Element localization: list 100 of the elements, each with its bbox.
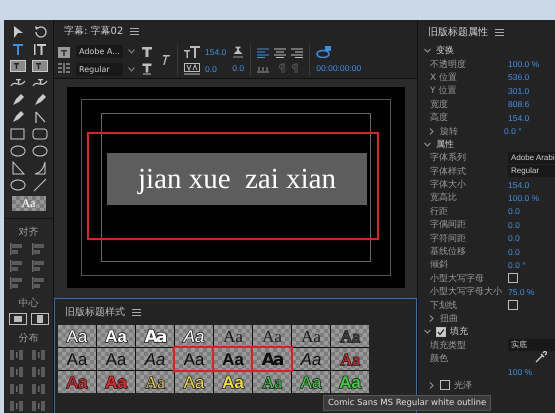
area-type-icon[interactable]: [32, 60, 48, 72]
style-swatch[interactable]: Aa: [331, 325, 369, 347]
disclosure-icon[interactable]: [428, 128, 435, 135]
menu-icon[interactable]: [495, 28, 504, 36]
align-icon[interactable]: [8, 259, 24, 273]
align-center-icon[interactable]: [274, 48, 286, 58]
distribute-icon[interactable]: [30, 399, 46, 413]
property-value[interactable]: 100 %: [508, 367, 532, 378]
style-swatch[interactable]: Aa: [175, 325, 213, 347]
distribute-icon[interactable]: [30, 365, 46, 379]
disclosure-icon[interactable]: [424, 47, 431, 54]
style-swatch[interactable]: Aa: [253, 348, 291, 370]
checkbox[interactable]: [436, 326, 446, 337]
distribute-icon[interactable]: [8, 365, 24, 379]
style-swatch[interactable]: Aa: [97, 348, 135, 370]
property-value[interactable]: 0.0 °: [508, 260, 526, 270]
property-value[interactable]: 0.0: [508, 246, 520, 257]
property-dropdown[interactable]: 实底: [508, 339, 555, 352]
distribute-icon[interactable]: [30, 382, 46, 396]
rectangle-icon[interactable]: [10, 128, 26, 140]
disclosure-icon[interactable]: [428, 382, 435, 389]
style-swatch[interactable]: Aa: [253, 325, 291, 347]
property-value[interactable]: 0.0: [508, 206, 520, 216]
eyedropper-icon[interactable]: [535, 351, 547, 364]
align-icon[interactable]: [30, 242, 46, 256]
style-swatch[interactable]: Aa: [58, 348, 96, 370]
show-video-icon[interactable]: [316, 46, 332, 58]
style-swatch[interactable]: Aa: [292, 348, 330, 370]
property-dropdown[interactable]: Adobe Arabi: [508, 152, 555, 164]
align-right-icon[interactable]: [291, 48, 304, 58]
rounded-rectangle-icon[interactable]: [32, 128, 48, 140]
style-swatch[interactable]: Aa: [292, 325, 330, 347]
property-value[interactable]: 154.0: [508, 112, 530, 123]
disclosure-icon[interactable]: [428, 315, 435, 322]
line-icon[interactable]: [32, 178, 46, 192]
style-swatch[interactable]: Aa: [136, 348, 174, 370]
pen-icon[interactable]: [10, 110, 24, 124]
area-type-icon[interactable]: [10, 60, 26, 72]
leading-icon: [232, 46, 244, 58]
align-left-icon[interactable]: [257, 48, 270, 58]
style-swatch[interactable]: Aa: [175, 348, 213, 370]
rotate-icon[interactable]: [32, 24, 46, 38]
vertical-type-icon[interactable]: [32, 42, 46, 56]
title-text[interactable]: jian xue zai xian: [107, 153, 367, 205]
distribute-icon[interactable]: [8, 348, 24, 362]
disclosure-icon[interactable]: [424, 140, 431, 148]
style-swatch[interactable]: Aa: [136, 325, 174, 347]
corner-icon[interactable]: [32, 110, 46, 124]
align-icon[interactable]: [30, 276, 46, 290]
new-title-icon[interactable]: [58, 47, 70, 58]
style-swatch[interactable]: Aa: [214, 348, 252, 370]
style-swatch[interactable]: Aa: [58, 325, 96, 347]
roll-options-icon[interactable]: [58, 63, 70, 73]
ellipse-icon[interactable]: [32, 144, 48, 156]
distribute-icon[interactable]: [8, 399, 24, 413]
leading-value[interactable]: 0.0: [232, 63, 244, 74]
checkbox[interactable]: [508, 273, 518, 284]
timecode[interactable]: 00:00:00:00: [316, 63, 362, 74]
checkbox[interactable]: [508, 300, 518, 310]
property-value[interactable]: 0.0: [508, 220, 520, 230]
property-dropdown[interactable]: Regular: [508, 165, 555, 178]
center-horizontal-icon[interactable]: [8, 313, 26, 325]
property-value[interactable]: 536.0: [508, 72, 530, 82]
property-value[interactable]: 75.0 %: [508, 286, 534, 297]
menu-icon[interactable]: [130, 28, 140, 34]
distribute-icon[interactable]: [8, 382, 24, 396]
center-vertical-icon[interactable]: [30, 313, 48, 325]
property-value[interactable]: 0.0 °: [504, 126, 522, 136]
align-icon[interactable]: [30, 259, 46, 273]
path-type-icon[interactable]: [10, 76, 26, 88]
distribute-icon[interactable]: [30, 348, 46, 362]
property-value[interactable]: 100.0 %: [508, 59, 540, 70]
property-value[interactable]: 154.0: [508, 180, 530, 190]
font-size-value[interactable]: 154.0: [205, 46, 226, 56]
property-value[interactable]: 100.0 %: [508, 192, 540, 203]
align-icon[interactable]: [8, 276, 24, 290]
ellipse-icon[interactable]: [10, 178, 26, 190]
menu-icon[interactable]: [132, 308, 141, 316]
bold-icon[interactable]: [141, 46, 153, 58]
chevron-icon[interactable]: [128, 66, 135, 72]
checkbox[interactable]: [440, 380, 450, 390]
font-family-dropdown[interactable]: Adobe A...: [76, 44, 123, 58]
style-swatch[interactable]: Aa: [214, 325, 252, 347]
property-value[interactable]: 0.0: [508, 233, 520, 244]
property-value[interactable]: 808.6: [508, 99, 530, 110]
arc-icon[interactable]: [32, 160, 46, 174]
kerning-value[interactable]: 0.0: [205, 64, 217, 74]
underline-icon[interactable]: [141, 62, 153, 74]
font-style-dropdown[interactable]: Regular: [76, 62, 123, 76]
property-value[interactable]: 301.0: [508, 86, 530, 96]
style-swatch[interactable]: Aa: [97, 325, 135, 347]
path-type-icon[interactable]: [32, 76, 48, 88]
pen-icon[interactable]: [10, 92, 24, 106]
pen-icon[interactable]: [32, 92, 46, 106]
type-tool-icon[interactable]: [10, 42, 24, 56]
chevron-icon[interactable]: [128, 48, 135, 54]
ellipse-icon[interactable]: [10, 144, 26, 156]
align-icon[interactable]: [8, 242, 24, 256]
triangle-icon[interactable]: [10, 160, 24, 174]
disclosure-icon[interactable]: [424, 328, 431, 336]
